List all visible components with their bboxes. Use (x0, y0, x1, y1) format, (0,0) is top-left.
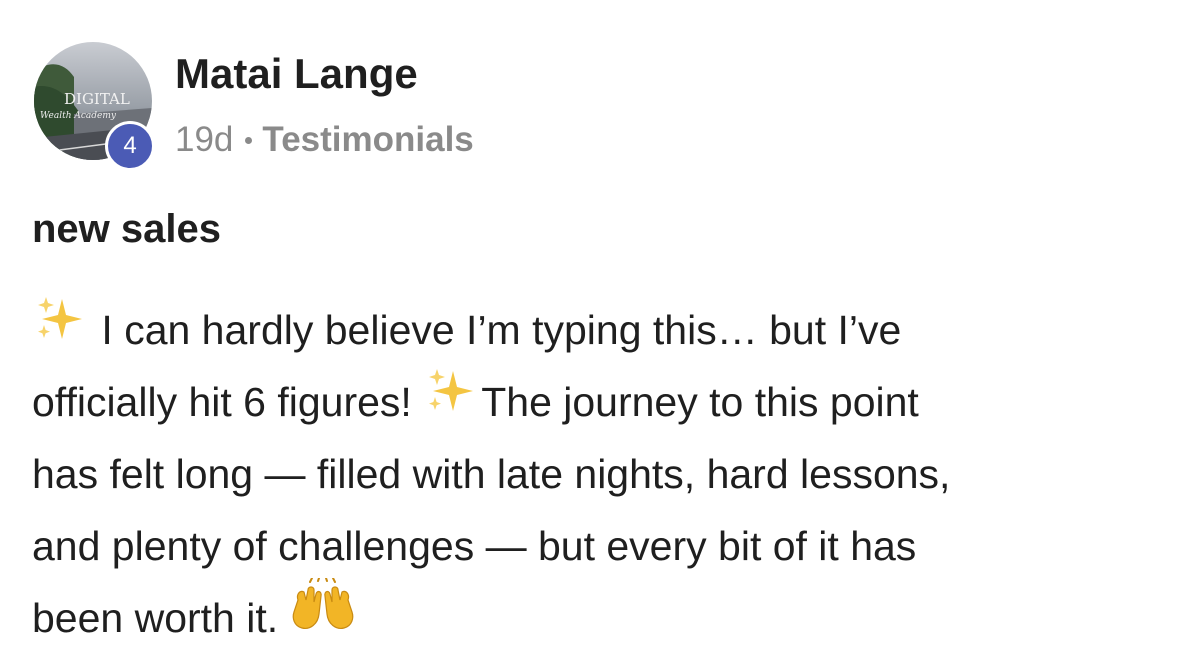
post-body-line-1: I can hardly believe I’m typing this… bu… (32, 294, 1142, 366)
community-post: DIGITAL Wealth Academy 4 Matai Lange 19d… (0, 0, 1179, 657)
author-name[interactable]: Matai Lange (175, 50, 418, 98)
post-body-line-2: officially hit 6 figures! The journey to… (32, 366, 1142, 438)
post-body-text-1: I can hardly believe I’m typing this… bu… (101, 307, 902, 353)
meta-separator-dot (245, 136, 253, 144)
post-body-text-5: been worth it. (32, 595, 279, 641)
author-avatar-wrap[interactable]: DIGITAL Wealth Academy 4 (34, 42, 155, 171)
avatar-logo-text: DIGITAL (64, 90, 130, 108)
post-time[interactable]: 19d (175, 120, 233, 160)
post-category-link[interactable]: Testimonials (262, 120, 473, 160)
post-title[interactable]: new sales (32, 207, 221, 252)
raising-hands-icon (290, 577, 356, 656)
post-meta: 19d Testimonials (175, 120, 474, 160)
post-body: I can hardly believe I’m typing this… bu… (32, 294, 1142, 654)
sparkles-icon (423, 365, 481, 437)
post-body-line-5: been worth it. (32, 577, 1142, 654)
avatar-logo-subtext: Wealth Academy (40, 111, 117, 121)
post-body-line-3: has felt long — filled with late nights,… (32, 451, 951, 497)
sparkles-icon (32, 293, 90, 365)
level-badge: 4 (105, 121, 155, 171)
post-body-text-2b: The journey to this point (481, 379, 919, 425)
post-body-line-4: and plenty of challenges — but every bit… (32, 523, 917, 569)
post-body-text-2a: officially hit 6 figures! (32, 379, 412, 425)
